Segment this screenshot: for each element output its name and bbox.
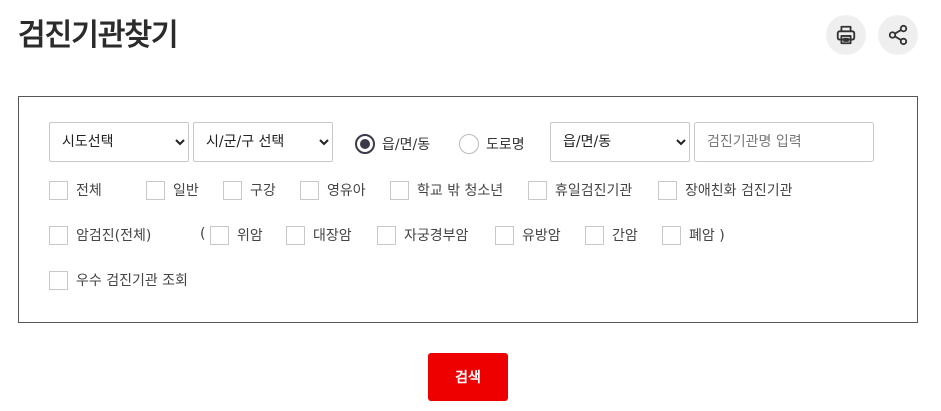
checkbox-out-of-school-youth[interactable]: 학교 밖 청소년 — [390, 180, 503, 200]
search-button[interactable]: 검색 — [428, 353, 508, 401]
checkbox-liver-cancer[interactable]: 간암 — [585, 225, 638, 245]
checkbox-infant[interactable]: 영유아 — [300, 180, 366, 200]
paren-open: ( — [200, 226, 206, 242]
checkbox-icon — [658, 180, 677, 200]
checkbox-excellent-institution[interactable]: 우수 검진기관 조회 — [49, 270, 188, 290]
checkbox-breast-cancer[interactable]: 유방암 — [495, 225, 561, 245]
checkbox-stomach-cancer[interactable]: 위암 — [210, 225, 263, 245]
checkbox-lung-cancer[interactable]: 폐암 ) — [662, 225, 725, 245]
checkbox-icon — [300, 180, 319, 200]
checkbox-icon — [146, 180, 165, 200]
print-button[interactable] — [826, 15, 866, 55]
checkbox-icon — [390, 180, 409, 200]
checkbox-icon — [377, 225, 396, 245]
dong-select[interactable]: 읍/면/동 — [550, 122, 690, 162]
share-button[interactable] — [878, 15, 918, 55]
page-title: 검진기관찾기 — [18, 18, 179, 53]
filter-panel: 시도선택 시/군/구 선택 읍/면/동 도로명 읍/면/동 전체 일반 구강 영… — [18, 96, 918, 323]
radio-unchecked-icon — [459, 134, 479, 154]
checkbox-icon — [210, 225, 229, 245]
checkbox-icon — [223, 180, 242, 200]
share-icon — [888, 24, 908, 46]
checkbox-holiday[interactable]: 휴일검진기관 — [528, 180, 632, 200]
printer-icon — [836, 25, 856, 45]
checkbox-icon — [49, 225, 68, 245]
checkbox-icon — [495, 225, 514, 245]
checkbox-icon — [49, 180, 68, 200]
sigungu-select[interactable]: 시/군/구 선택 — [193, 122, 333, 162]
checkbox-general[interactable]: 일반 — [146, 180, 199, 200]
checkbox-cervical-cancer[interactable]: 자궁경부암 — [377, 225, 468, 245]
institution-name-input[interactable] — [694, 122, 874, 162]
checkbox-oral[interactable]: 구강 — [223, 180, 276, 200]
checkbox-icon — [662, 225, 681, 245]
checkbox-all[interactable]: 전체 — [49, 180, 102, 200]
radio-checked-icon — [355, 134, 375, 154]
checkbox-icon — [585, 225, 604, 245]
radio-road-name[interactable]: 도로명 — [459, 134, 525, 154]
checkbox-icon — [286, 225, 305, 245]
checkbox-icon — [49, 270, 68, 290]
checkbox-cancer-all[interactable]: 암검진(전체) — [49, 225, 151, 245]
radio-eupmyeondong[interactable]: 읍/면/동 — [355, 134, 430, 154]
checkbox-colon-cancer[interactable]: 대장암 — [286, 225, 352, 245]
checkbox-icon — [528, 180, 547, 200]
sido-select[interactable]: 시도선택 — [49, 122, 189, 162]
checkbox-disability-friendly[interactable]: 장애친화 검진기관 — [658, 180, 793, 200]
